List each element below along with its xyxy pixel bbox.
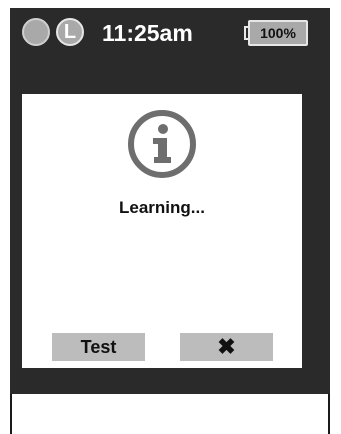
test-button[interactable]: Test [52,333,145,361]
footer-band [10,372,330,394]
info-icon [128,110,196,178]
close-button[interactable]: ✖ [180,333,273,361]
header-band [10,56,330,86]
battery-level-label: 100% [248,20,308,46]
footer-area [12,394,328,434]
dialog-message: Learning... [119,198,205,217]
status-bar: L 11:25am 100% [10,8,330,56]
info-dialog: Learning... Test ✖ [22,94,302,368]
clock-time: 11:25am [102,20,193,46]
status-letter-icon: L [56,18,84,46]
battery-indicator: 100% [244,20,310,46]
status-circle-icon [22,18,50,46]
